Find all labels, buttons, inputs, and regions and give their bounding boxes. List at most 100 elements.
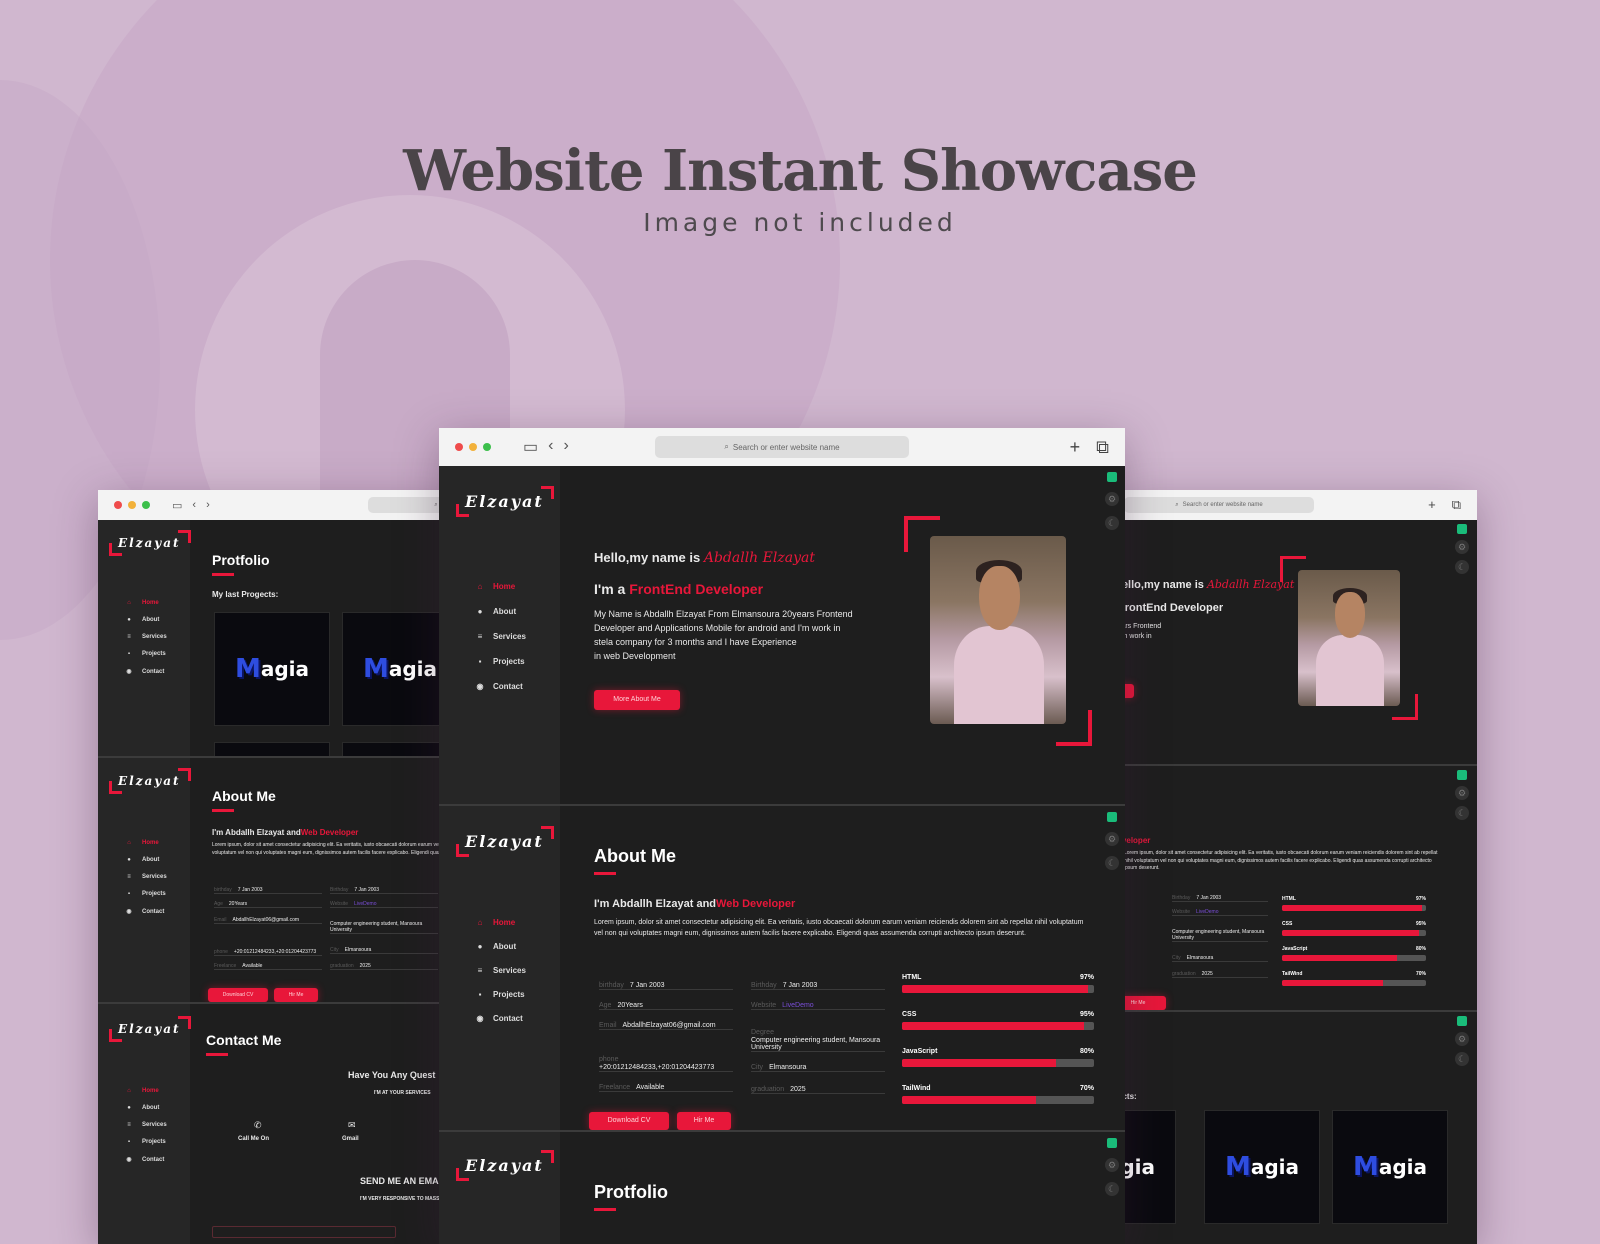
moon-icon[interactable]: ☾: [1455, 806, 1469, 820]
window-controls[interactable]: [114, 501, 150, 509]
project-card[interactable]: Magia: [214, 612, 330, 726]
gmail-label: Gmail: [342, 1136, 359, 1142]
status-badge: [1457, 770, 1467, 780]
more-about-me-button[interactable]: More About Me: [594, 690, 680, 710]
window-controls[interactable]: [455, 443, 491, 451]
logo[interactable]: Elzayat: [109, 1016, 191, 1042]
project-card[interactable]: Magia: [1204, 1110, 1320, 1224]
info-row: birthday 7 Jan 2003: [214, 880, 322, 894]
back-icon[interactable]: ‹: [192, 499, 196, 512]
nav-item-contact[interactable]: ◉ Contact: [475, 682, 526, 691]
nav-item-home[interactable]: ⌂ Home: [124, 1088, 167, 1094]
nav-item-services[interactable]: ≡ Services: [124, 874, 166, 880]
nav-item-services[interactable]: ≡ Services: [475, 632, 526, 641]
showcase-title: Website Instant Showcase: [403, 138, 1198, 204]
nav-item-services[interactable]: ≡ Services: [475, 966, 526, 975]
hire-me-button[interactable]: Hir Me: [677, 1112, 731, 1130]
chat-icon: ◉: [126, 1157, 132, 1163]
status-badge: [1457, 524, 1467, 534]
nav-item-about[interactable]: ● About: [124, 1105, 167, 1111]
nav-item-contact[interactable]: ◉ Contact: [124, 668, 167, 676]
nav-item-projects[interactable]: ▪ Projects: [124, 891, 167, 897]
forward-icon[interactable]: ›: [206, 499, 210, 512]
hire-me-button[interactable]: Hir Me: [1120, 996, 1166, 1010]
nav-item-about[interactable]: ● About: [124, 617, 167, 623]
new-tab-icon[interactable]: +: [1428, 497, 1436, 513]
download-cv-button[interactable]: Download CV: [589, 1112, 669, 1130]
moon-icon[interactable]: ☾: [1455, 1052, 1469, 1066]
briefcase-icon: ▪: [127, 891, 131, 897]
forward-icon[interactable]: ›: [563, 437, 568, 457]
list-icon: ≡: [127, 634, 131, 640]
tabs-overview-icon[interactable]: ⧉: [1096, 437, 1109, 458]
list-icon: ≡: [127, 874, 131, 880]
side-tools: ⚙ ☾: [1455, 524, 1469, 574]
about-intro: I'm Abdallh Elzayat andWeb Developer: [212, 828, 359, 837]
project-card[interactable]: Magia: [1120, 1110, 1176, 1224]
info-grid-left: birthday 7 Jan 2003 Age 20Years Email Abdal…: [214, 880, 322, 970]
moon-icon[interactable]: ☾: [1105, 516, 1119, 530]
profile-photo: [930, 536, 1066, 724]
side-tools: ⚙ ☾: [1105, 812, 1119, 870]
project-card[interactable]: Magia: [1332, 1110, 1448, 1224]
skill-bar: TailWind 70%: [1282, 971, 1426, 986]
nav-item-home[interactable]: ⌂ Home: [475, 918, 526, 927]
nav-item-contact[interactable]: ◉ Contact: [124, 1156, 167, 1164]
address-bar[interactable]: ⌕Search or enter website name: [655, 436, 909, 458]
nav-menu: ⌂ Home ● About ≡ Services ▪ Projects ◉ Contac…: [475, 918, 526, 1023]
nav-item-projects[interactable]: ▪ Projects: [124, 1139, 167, 1145]
section-title: Contact Me: [206, 1032, 282, 1056]
nav-item-about[interactable]: ● About: [475, 942, 526, 951]
gear-icon[interactable]: ⚙: [1455, 786, 1469, 800]
sidebar-toggle-icon[interactable]: ▭: [523, 437, 538, 457]
info-row: Freelance Available: [599, 1072, 733, 1092]
nav-item-services[interactable]: ≡ Services: [124, 634, 166, 640]
project-card[interactable]: [214, 742, 330, 756]
nav-item-about[interactable]: ● About: [124, 857, 167, 863]
status-badge: [1107, 1138, 1117, 1148]
gear-icon[interactable]: ⚙: [1105, 492, 1119, 506]
nav-item-home[interactable]: ⌂ Home: [124, 840, 167, 846]
nav-item-contact[interactable]: ◉ Contact: [475, 1014, 526, 1023]
logo[interactable]: Elzayat: [109, 530, 191, 556]
gear-icon[interactable]: ⚙: [1455, 540, 1469, 554]
call-label: Call Me On: [238, 1136, 270, 1142]
hire-me-button[interactable]: Hir Me: [274, 988, 318, 1002]
nav-item-projects[interactable]: ▪ Projects: [124, 651, 167, 657]
moon-icon[interactable]: ☾: [1105, 856, 1119, 870]
gear-icon[interactable]: ⚙: [1105, 1158, 1119, 1172]
list-icon: ≡: [477, 632, 483, 641]
moon-icon[interactable]: ☾: [1105, 1182, 1119, 1196]
nav-item-services[interactable]: ≡ Services: [124, 1122, 166, 1128]
logo[interactable]: Elzayat: [456, 1150, 554, 1181]
sidebar: Elzayat ⌂ Home ● About ≡ Services ▪ Projects…: [98, 758, 191, 1002]
logo[interactable]: Elzayat: [109, 768, 191, 794]
sidebar: Elzayat ⌂ Home ● About ≡ Services ▪ Projects…: [98, 520, 191, 756]
new-tab-icon[interactable]: +: [1070, 437, 1081, 458]
nav-item-home[interactable]: ⌂ Home: [124, 600, 167, 606]
services-note: I'M AT YOUR SERVICES: [374, 1090, 431, 1096]
chat-icon: ◉: [476, 1014, 484, 1023]
name-field[interactable]: [212, 1226, 396, 1238]
nav-item-about[interactable]: ● About: [475, 607, 526, 616]
back-icon[interactable]: ‹: [548, 437, 553, 457]
skill-fill: [1282, 930, 1419, 936]
nav-item-contact[interactable]: ◉ Contact: [124, 908, 167, 916]
skill-fill: [1282, 980, 1383, 986]
responsive-note: I'M VERY RESPONSIVE TO MASSE: [360, 1196, 443, 1202]
address-bar[interactable]: ⌕Search or enter website name: [1124, 497, 1314, 513]
gear-icon[interactable]: ⚙: [1455, 1032, 1469, 1046]
sidebar-toggle-icon[interactable]: ▭: [172, 499, 182, 512]
send-email-heading: SEND ME AN EMA: [360, 1176, 439, 1186]
moon-icon[interactable]: ☾: [1455, 560, 1469, 574]
logo[interactable]: Elzayat: [456, 826, 554, 857]
gear-icon[interactable]: ⚙: [1105, 832, 1119, 846]
download-cv-button[interactable]: Download CV: [208, 988, 268, 1002]
nav-item-home[interactable]: ⌂ Home: [475, 582, 526, 591]
logo[interactable]: Elzayat: [456, 486, 554, 517]
skill-fill: [902, 1059, 1056, 1067]
nav-item-projects[interactable]: ▪ Projects: [475, 657, 526, 666]
photo-frame-corner: [1056, 710, 1092, 746]
nav-item-projects[interactable]: ▪ Projects: [475, 990, 526, 999]
tabs-overview-icon[interactable]: ⧉: [1452, 497, 1461, 513]
